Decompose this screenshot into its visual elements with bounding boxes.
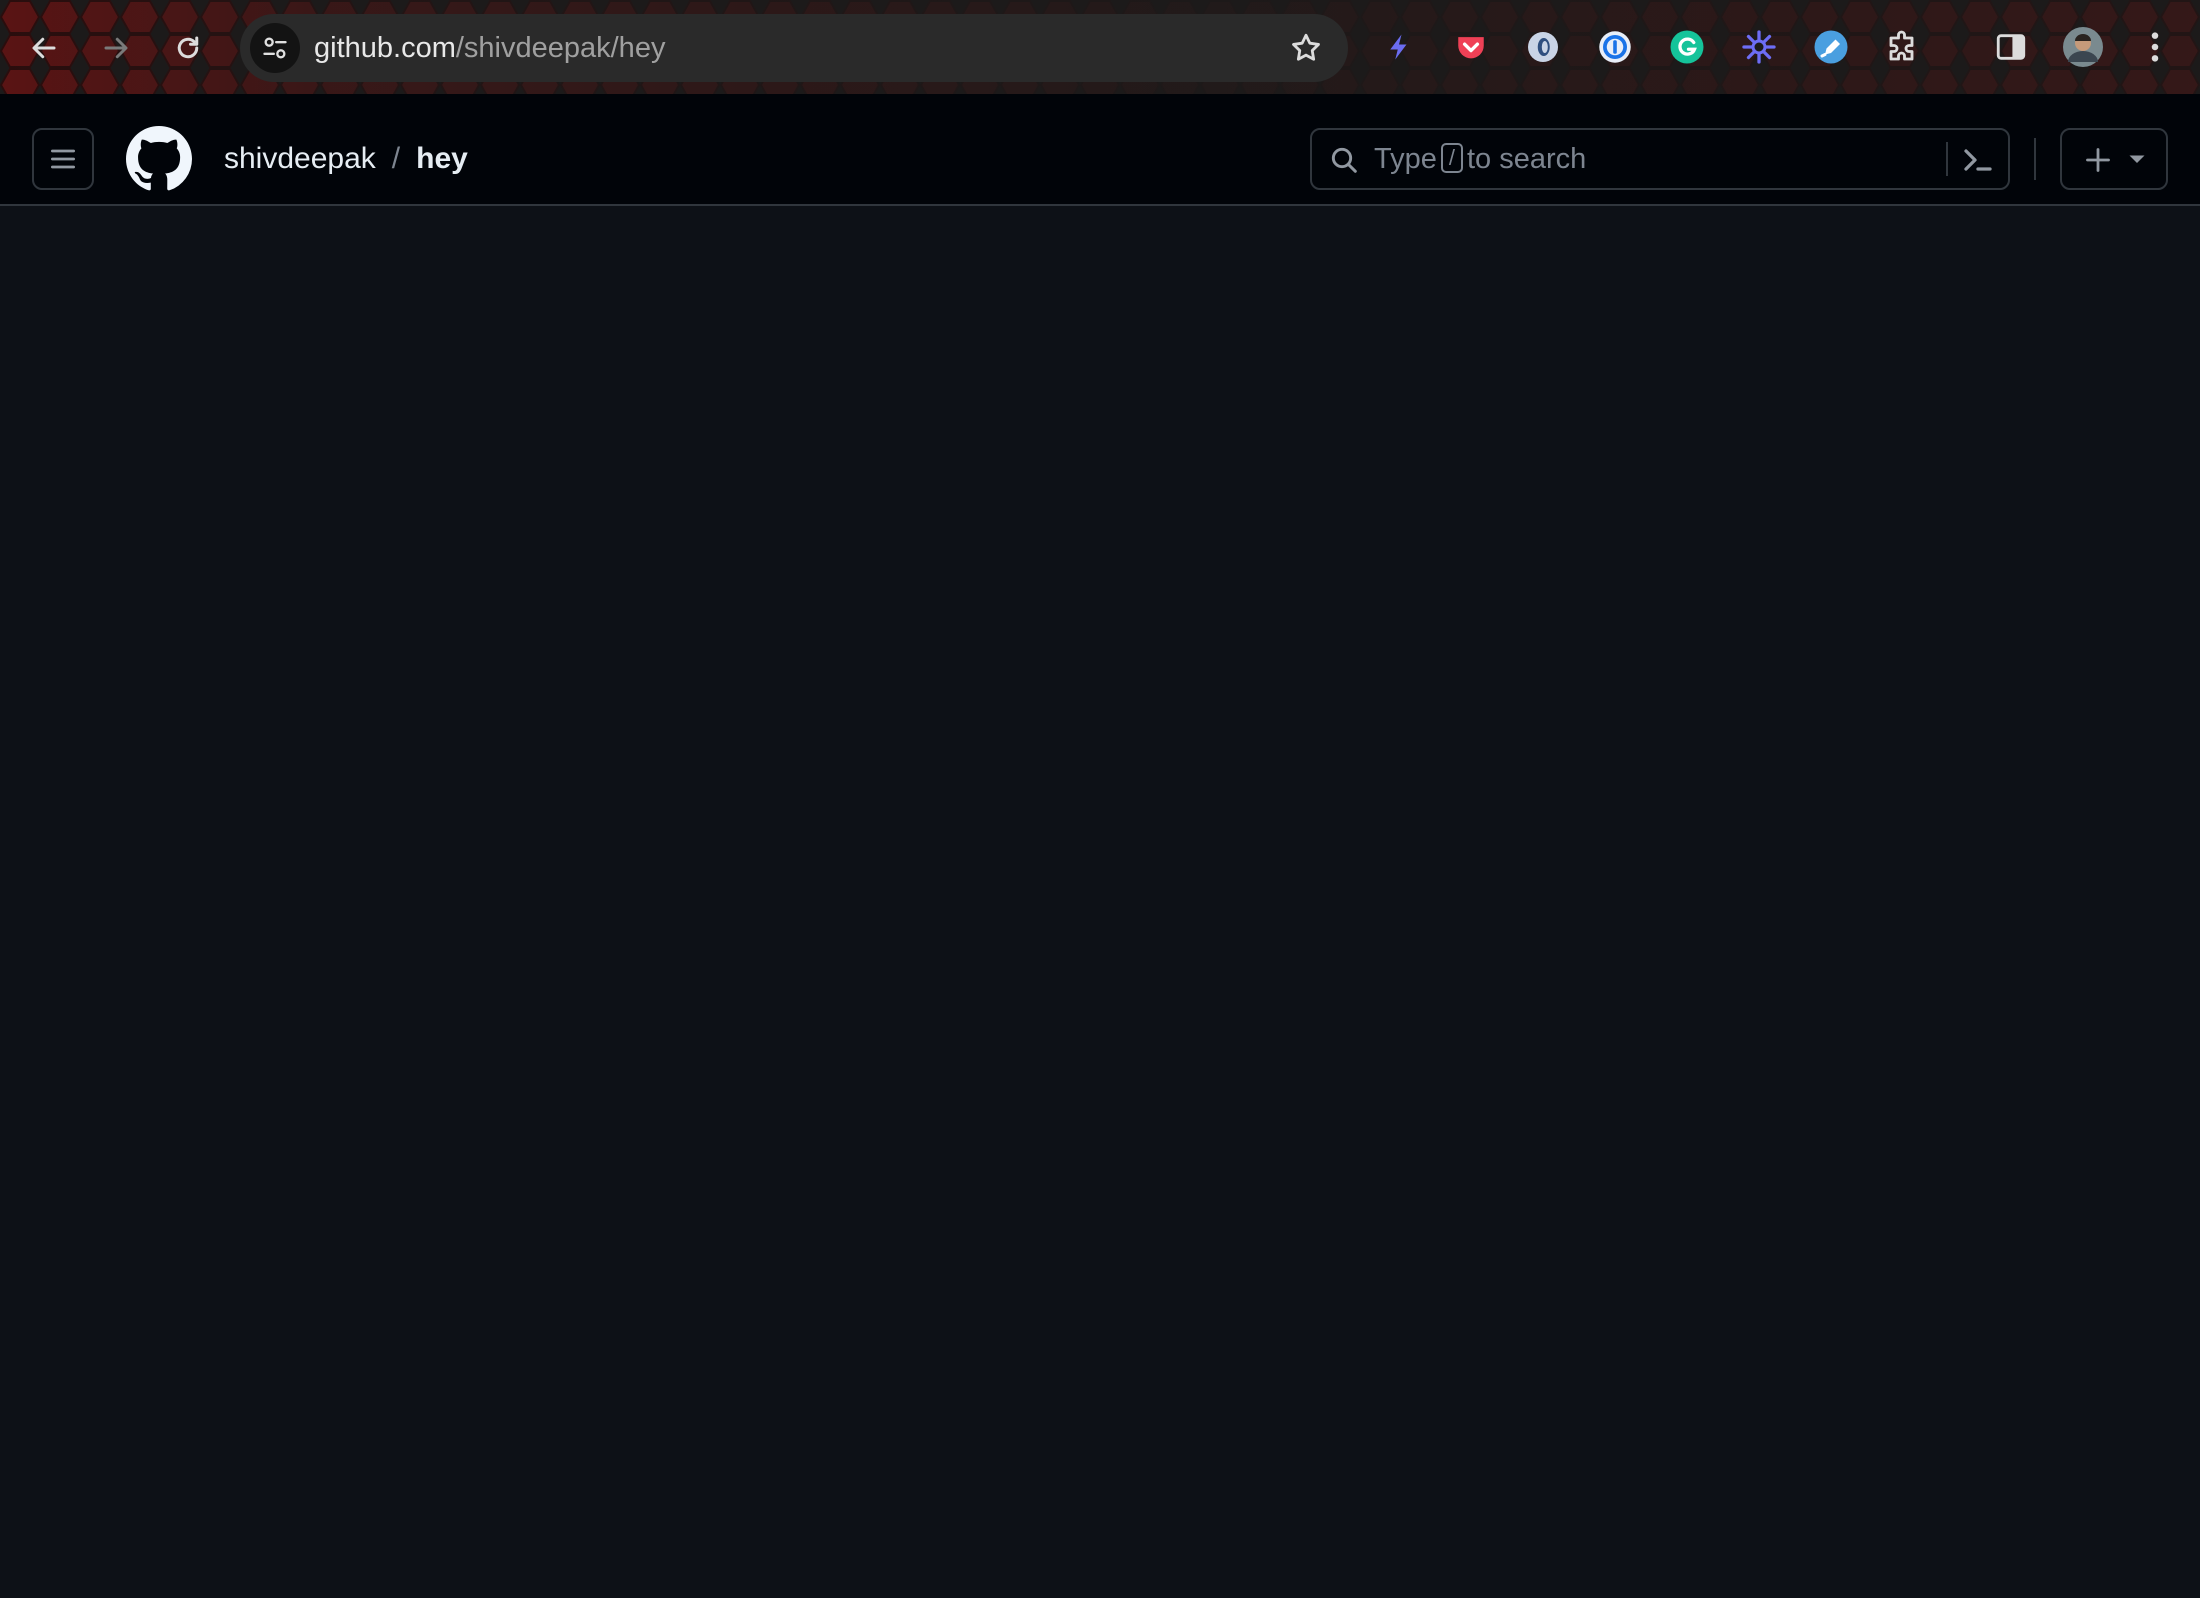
search-placeholder: Type / to search	[1374, 130, 1586, 188]
extensions-menu-button[interactable]	[1882, 26, 1924, 68]
pocket-icon	[1458, 37, 1484, 59]
browser-menu-button[interactable]	[2134, 26, 2176, 68]
grammarly-icon	[1670, 30, 1704, 64]
extension-pen[interactable]	[1810, 26, 1852, 68]
browser-window: github.com/shivdeepak/hey shivdeepak / h…	[0, 0, 2200, 1598]
search-placeholder-prefix: Type	[1374, 143, 1437, 175]
side-panel-button[interactable]	[1990, 26, 2032, 68]
back-button[interactable]	[18, 22, 70, 74]
hamburger-icon	[51, 149, 75, 169]
search-shortcut-key: /	[1440, 143, 1463, 173]
url-path: /shivdeepak/hey	[455, 32, 666, 64]
github-logo-icon[interactable]	[126, 126, 192, 192]
password-manager-icon	[1599, 31, 1631, 63]
pen-icon	[1814, 30, 1848, 64]
kebab-menu-icon	[2151, 32, 2159, 62]
extension-pocket[interactable]	[1450, 26, 1492, 68]
back-icon	[32, 37, 56, 59]
side-panel-icon	[1996, 34, 2026, 60]
star-icon	[1292, 33, 1320, 61]
extension-circle[interactable]	[1522, 26, 1564, 68]
forward-icon	[104, 37, 128, 59]
extension-sparkle[interactable]	[1738, 26, 1780, 68]
puzzle-icon	[1889, 30, 1914, 61]
breadcrumb-repo-link[interactable]: hey	[416, 142, 468, 175]
open-navigation-button[interactable]	[32, 128, 94, 190]
address-bar[interactable]: github.com/shivdeepak/hey	[240, 14, 1348, 82]
page-content	[0, 206, 2200, 1598]
breadcrumb-owner-link[interactable]: shivdeepak	[224, 142, 376, 175]
profile-button[interactable]	[2062, 26, 2104, 68]
search-input[interactable]: Type / to search	[1310, 128, 2010, 190]
header-divider	[2034, 138, 2036, 180]
search-divider	[1946, 142, 1948, 176]
tune-icon	[263, 37, 287, 59]
circle-ring-icon	[1528, 32, 1558, 62]
breadcrumb-separator: /	[391, 142, 401, 175]
url-text[interactable]: github.com/shivdeepak/hey	[314, 14, 665, 82]
forward-button[interactable]	[90, 22, 142, 74]
extension-password-manager[interactable]	[1594, 26, 1636, 68]
caret-down-icon	[2129, 155, 2145, 163]
bolt-icon	[1390, 34, 1407, 60]
search-placeholder-suffix: to search	[1467, 143, 1587, 175]
search-icon	[1331, 147, 1357, 173]
sparkle-icon	[1742, 30, 1776, 64]
create-new-button[interactable]	[2060, 128, 2168, 190]
browser-toolbar: github.com/shivdeepak/hey	[0, 0, 2200, 94]
url-host: github.com	[314, 32, 456, 64]
site-info-button[interactable]	[250, 23, 300, 73]
plus-icon	[2086, 148, 2110, 172]
command-palette-icon[interactable]	[1960, 142, 1996, 178]
extension-grammarly[interactable]	[1666, 26, 1708, 68]
profile-avatar	[2063, 27, 2103, 67]
reload-button[interactable]	[162, 22, 214, 74]
extension-bolt[interactable]	[1378, 26, 1420, 68]
github-header: shivdeepak / hey Type / to search	[0, 94, 2200, 206]
reload-icon	[177, 36, 199, 59]
breadcrumb: shivdeepak / hey	[224, 128, 468, 190]
bookmark-button[interactable]	[1286, 28, 1326, 68]
